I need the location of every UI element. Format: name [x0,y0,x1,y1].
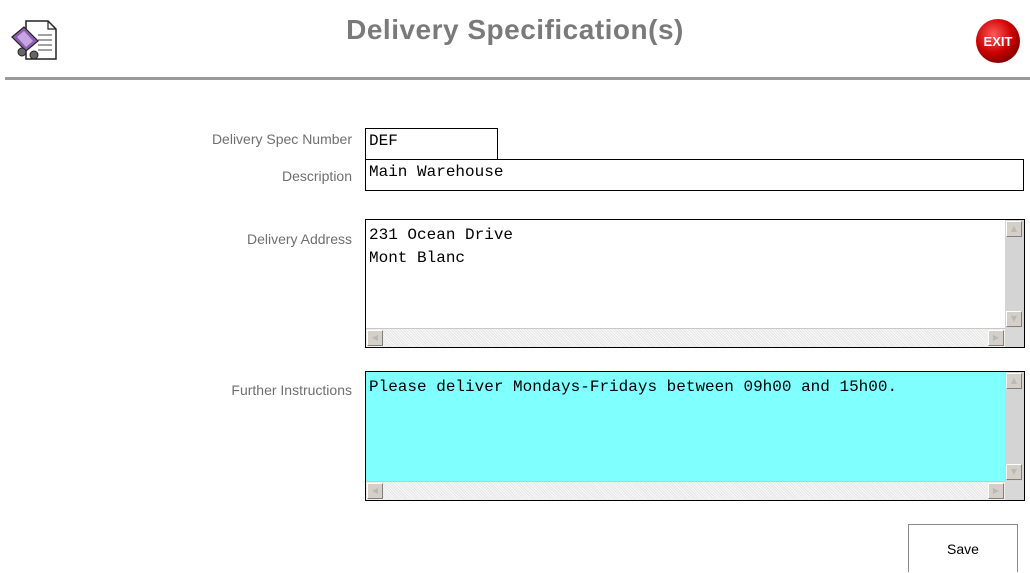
vertical-scrollbar[interactable]: ▲ ▼ [1005,372,1024,481]
exit-button[interactable]: EXIT [966,18,1030,66]
scroll-down-icon[interactable]: ▼ [1006,311,1022,327]
scroll-left-icon[interactable]: ◀ [367,483,383,499]
scroll-corner [1005,481,1024,500]
horizontal-scrollbar[interactable]: ◀ ▶ [366,481,1005,500]
scroll-right-icon[interactable]: ▶ [988,330,1004,346]
scroll-up-icon[interactable]: ▲ [1006,221,1022,237]
delivery-address-label: Delivery Address [246,231,352,247]
scroll-down-icon[interactable]: ▼ [1006,464,1022,480]
horizontal-scrollbar[interactable]: ◀ ▶ [366,328,1005,347]
description-field[interactable]: Main Warehouse [365,159,1024,191]
svg-text:EXIT: EXIT [984,34,1013,49]
delivery-address-textarea[interactable]: 231 Ocean Drive Mont Blanc ▲ ▼ ◀ ▶ [365,219,1025,348]
scroll-right-icon[interactable]: ▶ [988,483,1004,499]
spec-number-field[interactable]: DEF [365,128,498,162]
description-label: Description [281,168,352,184]
scroll-corner [1005,328,1024,347]
page-title: Delivery Specification(s) [346,14,684,45]
delivery-address-text: 231 Ocean Drive Mont Blanc [369,226,514,267]
further-instructions-label: Further Instructions [231,382,352,398]
scroll-up-icon[interactable]: ▲ [1006,373,1022,389]
header-divider [5,77,1030,80]
further-instructions-textarea[interactable]: Please deliver Mondays-Fridays between 0… [365,371,1025,501]
save-button[interactable]: Save [908,524,1018,572]
vertical-scrollbar[interactable]: ▲ ▼ [1005,220,1024,328]
scroll-left-icon[interactable]: ◀ [367,330,383,346]
spec-number-label: Delivery Spec Number [211,131,352,147]
further-instructions-text: Please deliver Mondays-Fridays between 0… [369,378,898,396]
